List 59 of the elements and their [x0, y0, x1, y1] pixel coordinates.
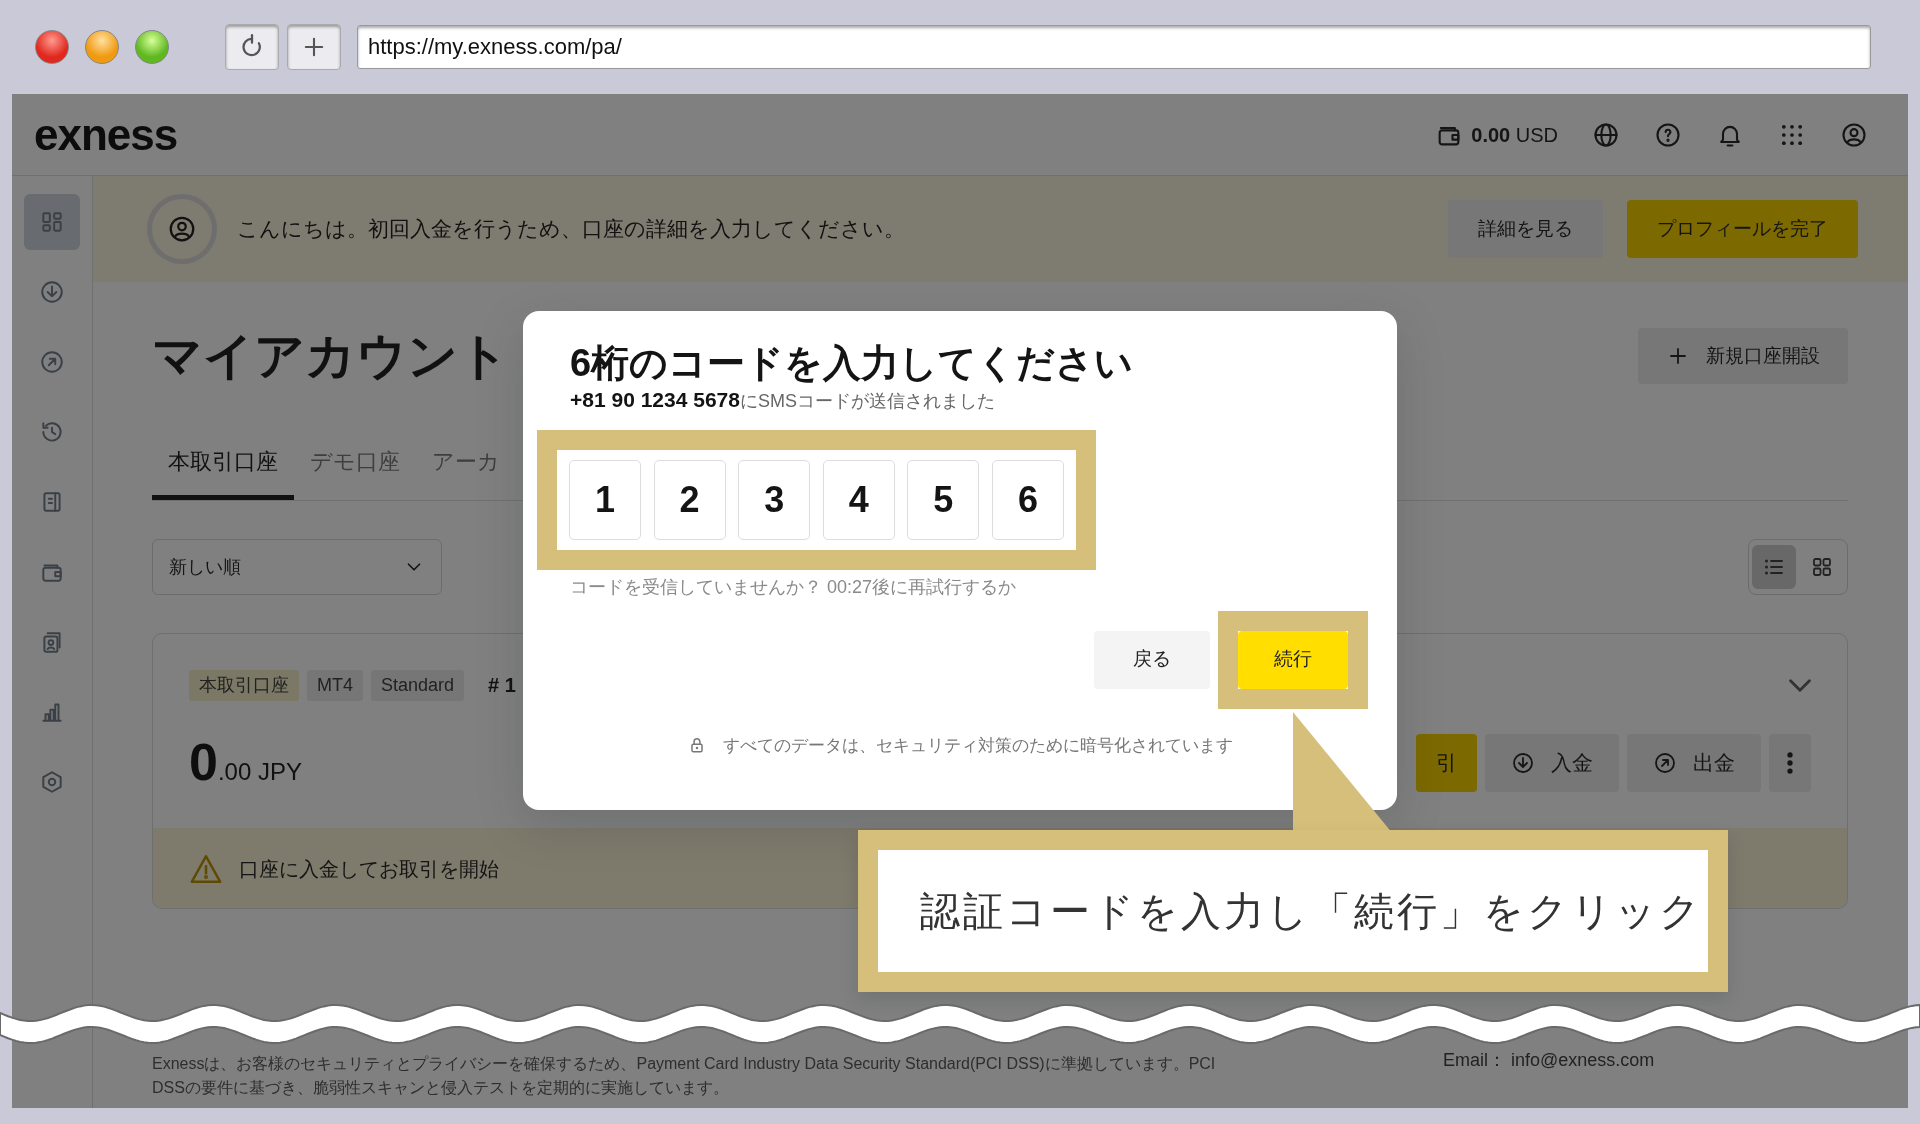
logo: exness — [34, 108, 178, 161]
trade-button[interactable]: 引 — [1416, 734, 1477, 792]
sort-dropdown[interactable]: 新しい順 — [152, 539, 442, 595]
code-digit-field[interactable]: 6 — [991, 459, 1064, 540]
user-icon — [1840, 120, 1868, 149]
code-digit-field[interactable]: 1 — [569, 459, 641, 540]
account-tag: 本取引口座 — [189, 669, 299, 701]
dialog-message: +81 90 1234 5678にSMSコードが送信されました — [570, 386, 996, 413]
code-digit-field[interactable]: 4 — [822, 459, 895, 540]
notice-text: 口座に入金してお取引を開始 — [239, 857, 499, 882]
arrow-down-circle-icon — [39, 279, 65, 305]
security-note: すべてのデータは、セキュリティ対策のために暗号化されています — [723, 734, 1233, 757]
email-link[interactable]: Email： info@exness.com — [1443, 1048, 1655, 1072]
account-tag: MT4 — [307, 669, 363, 701]
code-digit-field[interactable]: 3 — [738, 459, 811, 540]
warning-icon — [189, 852, 223, 886]
deposit-button[interactable]: 入金 — [1485, 734, 1619, 792]
back-button[interactable]: 戻る — [1094, 630, 1210, 689]
details-button[interactable]: 詳細を見る — [1448, 200, 1603, 258]
resend-text: コードを受信していませんか？ 00:27後に再試行するか — [570, 575, 1018, 599]
account-number: # 1 — [488, 673, 516, 698]
continue-button[interactable]: 続行 — [1238, 630, 1348, 689]
zoom-button[interactable] — [135, 30, 169, 64]
account-tag: Standard — [371, 669, 465, 701]
close-button[interactable] — [35, 30, 69, 64]
kebab-icon — [1787, 752, 1793, 774]
new-tab-button[interactable] — [287, 24, 341, 70]
account-balance: 0.00 JPY — [189, 736, 302, 790]
address-bar[interactable]: https://my.exness.com/pa/ — [357, 25, 1871, 69]
code-digit-field[interactable]: 5 — [907, 459, 980, 540]
tab[interactable]: アーカ — [416, 428, 516, 500]
chevron-down-icon — [1789, 678, 1811, 692]
code-digit-field[interactable]: 2 — [653, 459, 726, 540]
history-icon — [39, 419, 65, 445]
new-account-button[interactable]: 新規口座開設 — [1638, 328, 1848, 384]
tab[interactable]: 本取引口座 — [152, 428, 294, 500]
globe-icon — [1592, 120, 1620, 149]
arrow-up-right-circle-icon — [1653, 751, 1677, 775]
list-view-toggle[interactable] — [1752, 545, 1796, 589]
footer-text: Exnessは、お客様のセキュリティとプライバシーを確保するため、Payment Card Industry Data Security Standard(PCI DSS)に準拠しています。PCI — [152, 1054, 1217, 1074]
tab[interactable]: デモ口座 — [294, 428, 416, 500]
dialog-title: 6桁のコードを入力してください — [570, 341, 1135, 386]
arrow-down-circle-icon — [1511, 751, 1535, 775]
hexagon-icon — [39, 769, 65, 795]
minimize-button[interactable] — [85, 30, 119, 64]
complete-profile-button[interactable]: プロフィールを完了 — [1627, 200, 1858, 258]
more-button[interactable] — [1769, 734, 1811, 792]
sidebar-item[interactable] — [24, 194, 80, 250]
balance-text: 0.00 USD — [1471, 122, 1558, 148]
page-title: マイアカウント — [152, 327, 509, 386]
reload-button[interactable] — [225, 24, 279, 70]
user-icon — [167, 214, 197, 244]
footer-text: DSSの要件に基づき、脆弱性スキャンと侵入テストを定期的に実施しています。 — [152, 1078, 730, 1098]
banner-message: こんにちは。初回入金を行うため、口座の詳細を入力してください。 — [237, 216, 905, 243]
callout-text: 認証コードを入力し「続行」をクリック — [878, 850, 1708, 972]
arrow-up-right-circle-icon — [39, 349, 65, 375]
withdraw-button[interactable]: 出金 — [1627, 734, 1761, 792]
help-icon — [1654, 120, 1682, 149]
grid-icon — [39, 209, 65, 235]
